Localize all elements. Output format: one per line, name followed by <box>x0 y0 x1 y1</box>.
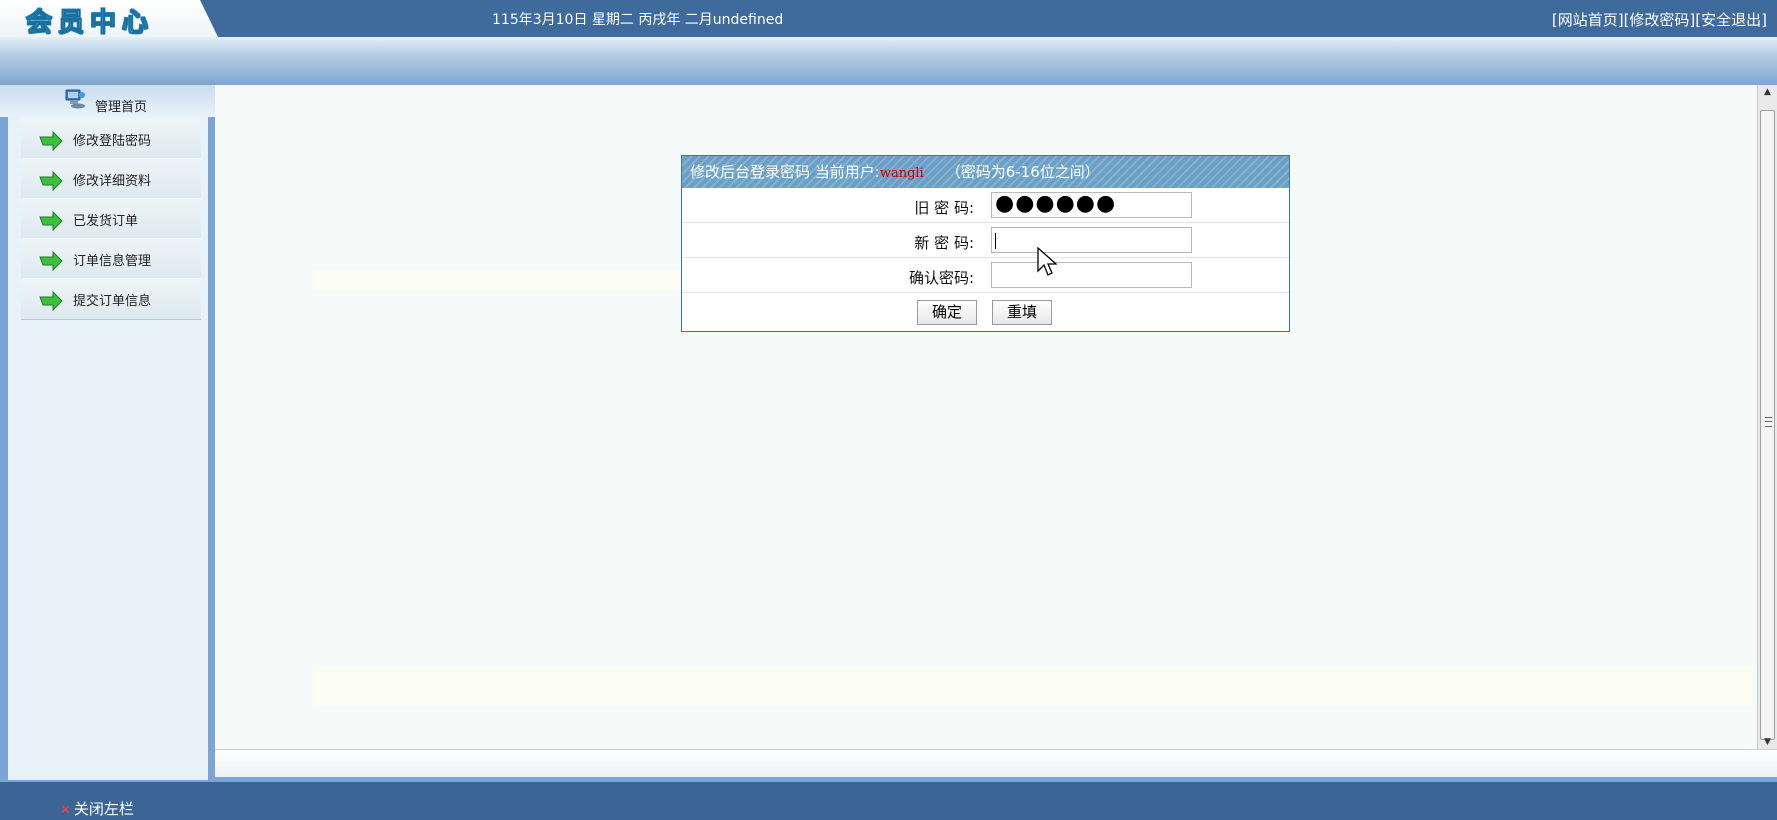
computer-icon <box>65 89 85 109</box>
confirm-password-input[interactable] <box>991 262 1192 288</box>
sidebar-item-label: 修改登陆密码 <box>73 134 152 149</box>
confirm-password-label: 确认密码: <box>908 269 974 287</box>
new-password-row: 新 密 码: <box>682 223 1289 258</box>
mouse-cursor-icon <box>1037 247 1057 276</box>
home-label[interactable]: 管理首页 <box>95 96 147 115</box>
date-display: 115年3月10日 星期二 丙戌年 二月undefined <box>492 12 784 28</box>
confirm-password-row: 确认密码: <box>682 258 1289 293</box>
header-band <box>0 37 1777 85</box>
panel-title-text: 修改后台登录密码 当前用户: <box>690 163 880 181</box>
top-links: [网站首页][修改密码][安全退出] <box>1552 9 1767 30</box>
close-icon: ✕ <box>60 803 71 818</box>
link-change-password[interactable]: [修改密码] <box>1624 11 1696 29</box>
old-password-value: ●●●●●● <box>995 191 1117 216</box>
sidebar-item-label: 订单信息管理 <box>73 254 152 269</box>
new-password-input[interactable] <box>991 227 1192 253</box>
close-sidebar-label: 关闭左栏 <box>73 800 134 818</box>
old-password-row: 旧 密 码: ●●●●●● <box>682 188 1289 223</box>
vertical-scrollbar[interactable]: ▲ ▼ <box>1757 85 1777 749</box>
password-hint: （密码为6-16位之间） <box>945 163 1100 181</box>
current-user: wangli <box>879 166 924 181</box>
green-arrow-icon <box>39 291 63 311</box>
sidebar-item-label: 已发货订单 <box>73 214 139 229</box>
sidebar-header[interactable]: 管理首页 <box>0 85 215 117</box>
grip-icon <box>1765 417 1772 427</box>
change-password-panel: 修改后台登录密码 当前用户:wangli （密码为6-16位之间） 旧 密 码: … <box>681 155 1290 332</box>
sidebar-item-submit-order[interactable]: 提交订单信息 <box>21 278 201 320</box>
green-arrow-icon <box>39 131 63 151</box>
logo-area: 会员中心 <box>0 0 218 37</box>
submit-button[interactable]: 确定 <box>917 300 977 325</box>
link-site-home[interactable]: [网站首页] <box>1552 11 1624 29</box>
green-arrow-icon <box>39 171 63 191</box>
green-arrow-icon <box>39 251 63 271</box>
close-sidebar-button[interactable]: ✕ 关闭左栏 <box>60 798 134 819</box>
sidebar-item-edit-details[interactable]: 修改详细资料 <box>21 158 201 200</box>
sidebar: 管理首页 修改登陆密码 修改详细资料 已发货订单 订单信息管理 提交订单信息 <box>0 85 215 782</box>
scroll-up-arrow-icon[interactable]: ▲ <box>1758 85 1777 99</box>
faint-strip <box>313 667 1753 705</box>
link-logout[interactable]: [安全退出] <box>1695 11 1767 29</box>
sidebar-menu: 修改登陆密码 修改详细资料 已发货订单 订单信息管理 提交订单信息 <box>8 117 208 780</box>
top-header: 会员中心 115年3月10日 星期二 丙戌年 二月undefined [网站首页… <box>0 0 1777 37</box>
footer: ✕ 关闭左栏 <box>0 782 1777 820</box>
sidebar-item-change-login-password[interactable]: 修改登陆密码 <box>21 118 201 160</box>
logo: 会员中心 <box>25 8 155 38</box>
bottom-frame-bar <box>215 749 1777 782</box>
sidebar-item-label: 修改详细资料 <box>73 174 152 189</box>
new-password-label: 新 密 码: <box>914 234 974 252</box>
scroll-down-arrow-icon[interactable]: ▼ <box>1758 735 1777 749</box>
scrollbar-thumb[interactable] <box>1760 110 1775 740</box>
reset-button[interactable]: 重填 <box>992 300 1052 325</box>
sidebar-item-label: 提交订单信息 <box>73 294 152 309</box>
text-caret <box>995 233 996 249</box>
sidebar-item-shipped-orders[interactable]: 已发货订单 <box>21 198 201 240</box>
old-password-input[interactable]: ●●●●●● <box>991 192 1192 218</box>
green-arrow-icon <box>39 211 63 231</box>
old-password-label: 旧 密 码: <box>914 199 974 217</box>
panel-title: 修改后台登录密码 当前用户:wangli （密码为6-16位之间） <box>682 156 1289 188</box>
sidebar-item-order-management[interactable]: 订单信息管理 <box>21 238 201 280</box>
